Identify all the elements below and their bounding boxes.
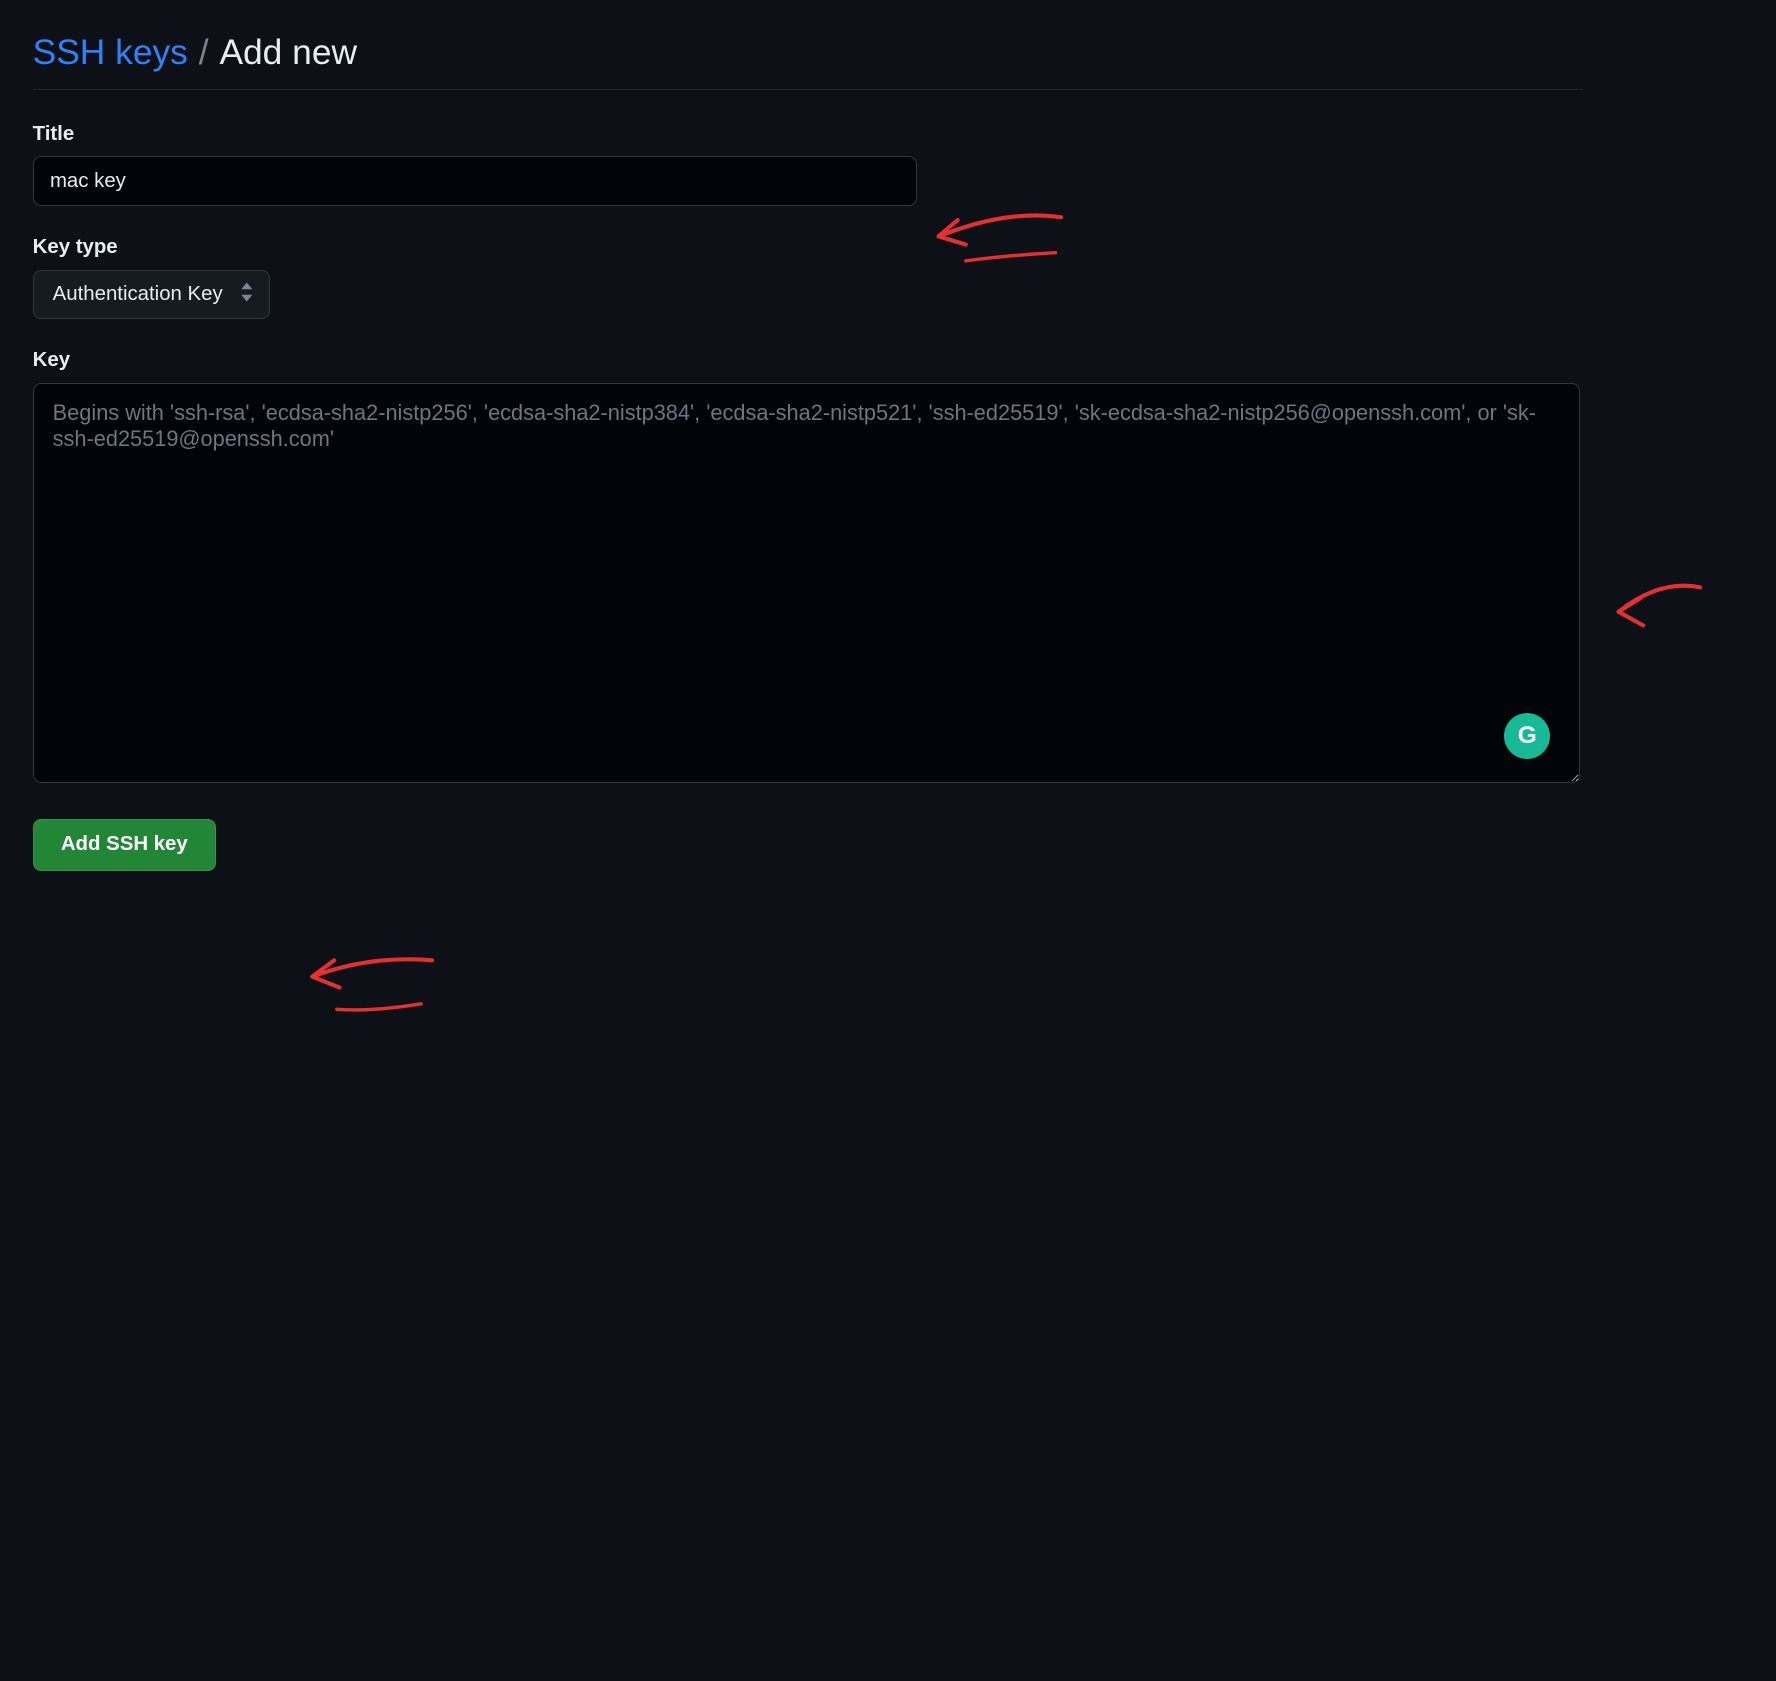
keytype-select[interactable]: Authentication Key	[33, 270, 270, 319]
add-ssh-key-button[interactable]: Add SSH key	[33, 819, 216, 871]
field-key: Key G	[33, 349, 1583, 789]
annotation-arrow-key	[1605, 571, 1714, 653]
field-keytype: Key type Authentication Key	[33, 236, 1583, 319]
field-title: Title	[33, 123, 1583, 206]
title-input[interactable]	[33, 156, 917, 205]
grammarly-icon[interactable]: G	[1504, 713, 1550, 759]
annotation-arrow-submit	[296, 944, 446, 1026]
keytype-selected-value: Authentication Key	[53, 283, 223, 305]
add-ssh-key-label: Add SSH key	[61, 833, 188, 855]
breadcrumb-link-ssh-keys[interactable]: SSH keys	[33, 33, 188, 73]
breadcrumb-current: Add new	[219, 33, 357, 73]
keytype-label: Key type	[33, 236, 1583, 259]
breadcrumb: SSH keys / Add new	[33, 33, 1583, 90]
breadcrumb-separator: /	[199, 33, 209, 73]
title-label: Title	[33, 123, 1583, 146]
grammarly-glyph: G	[1518, 722, 1537, 750]
key-textarea[interactable]	[33, 383, 1581, 783]
key-label: Key	[33, 349, 1583, 372]
